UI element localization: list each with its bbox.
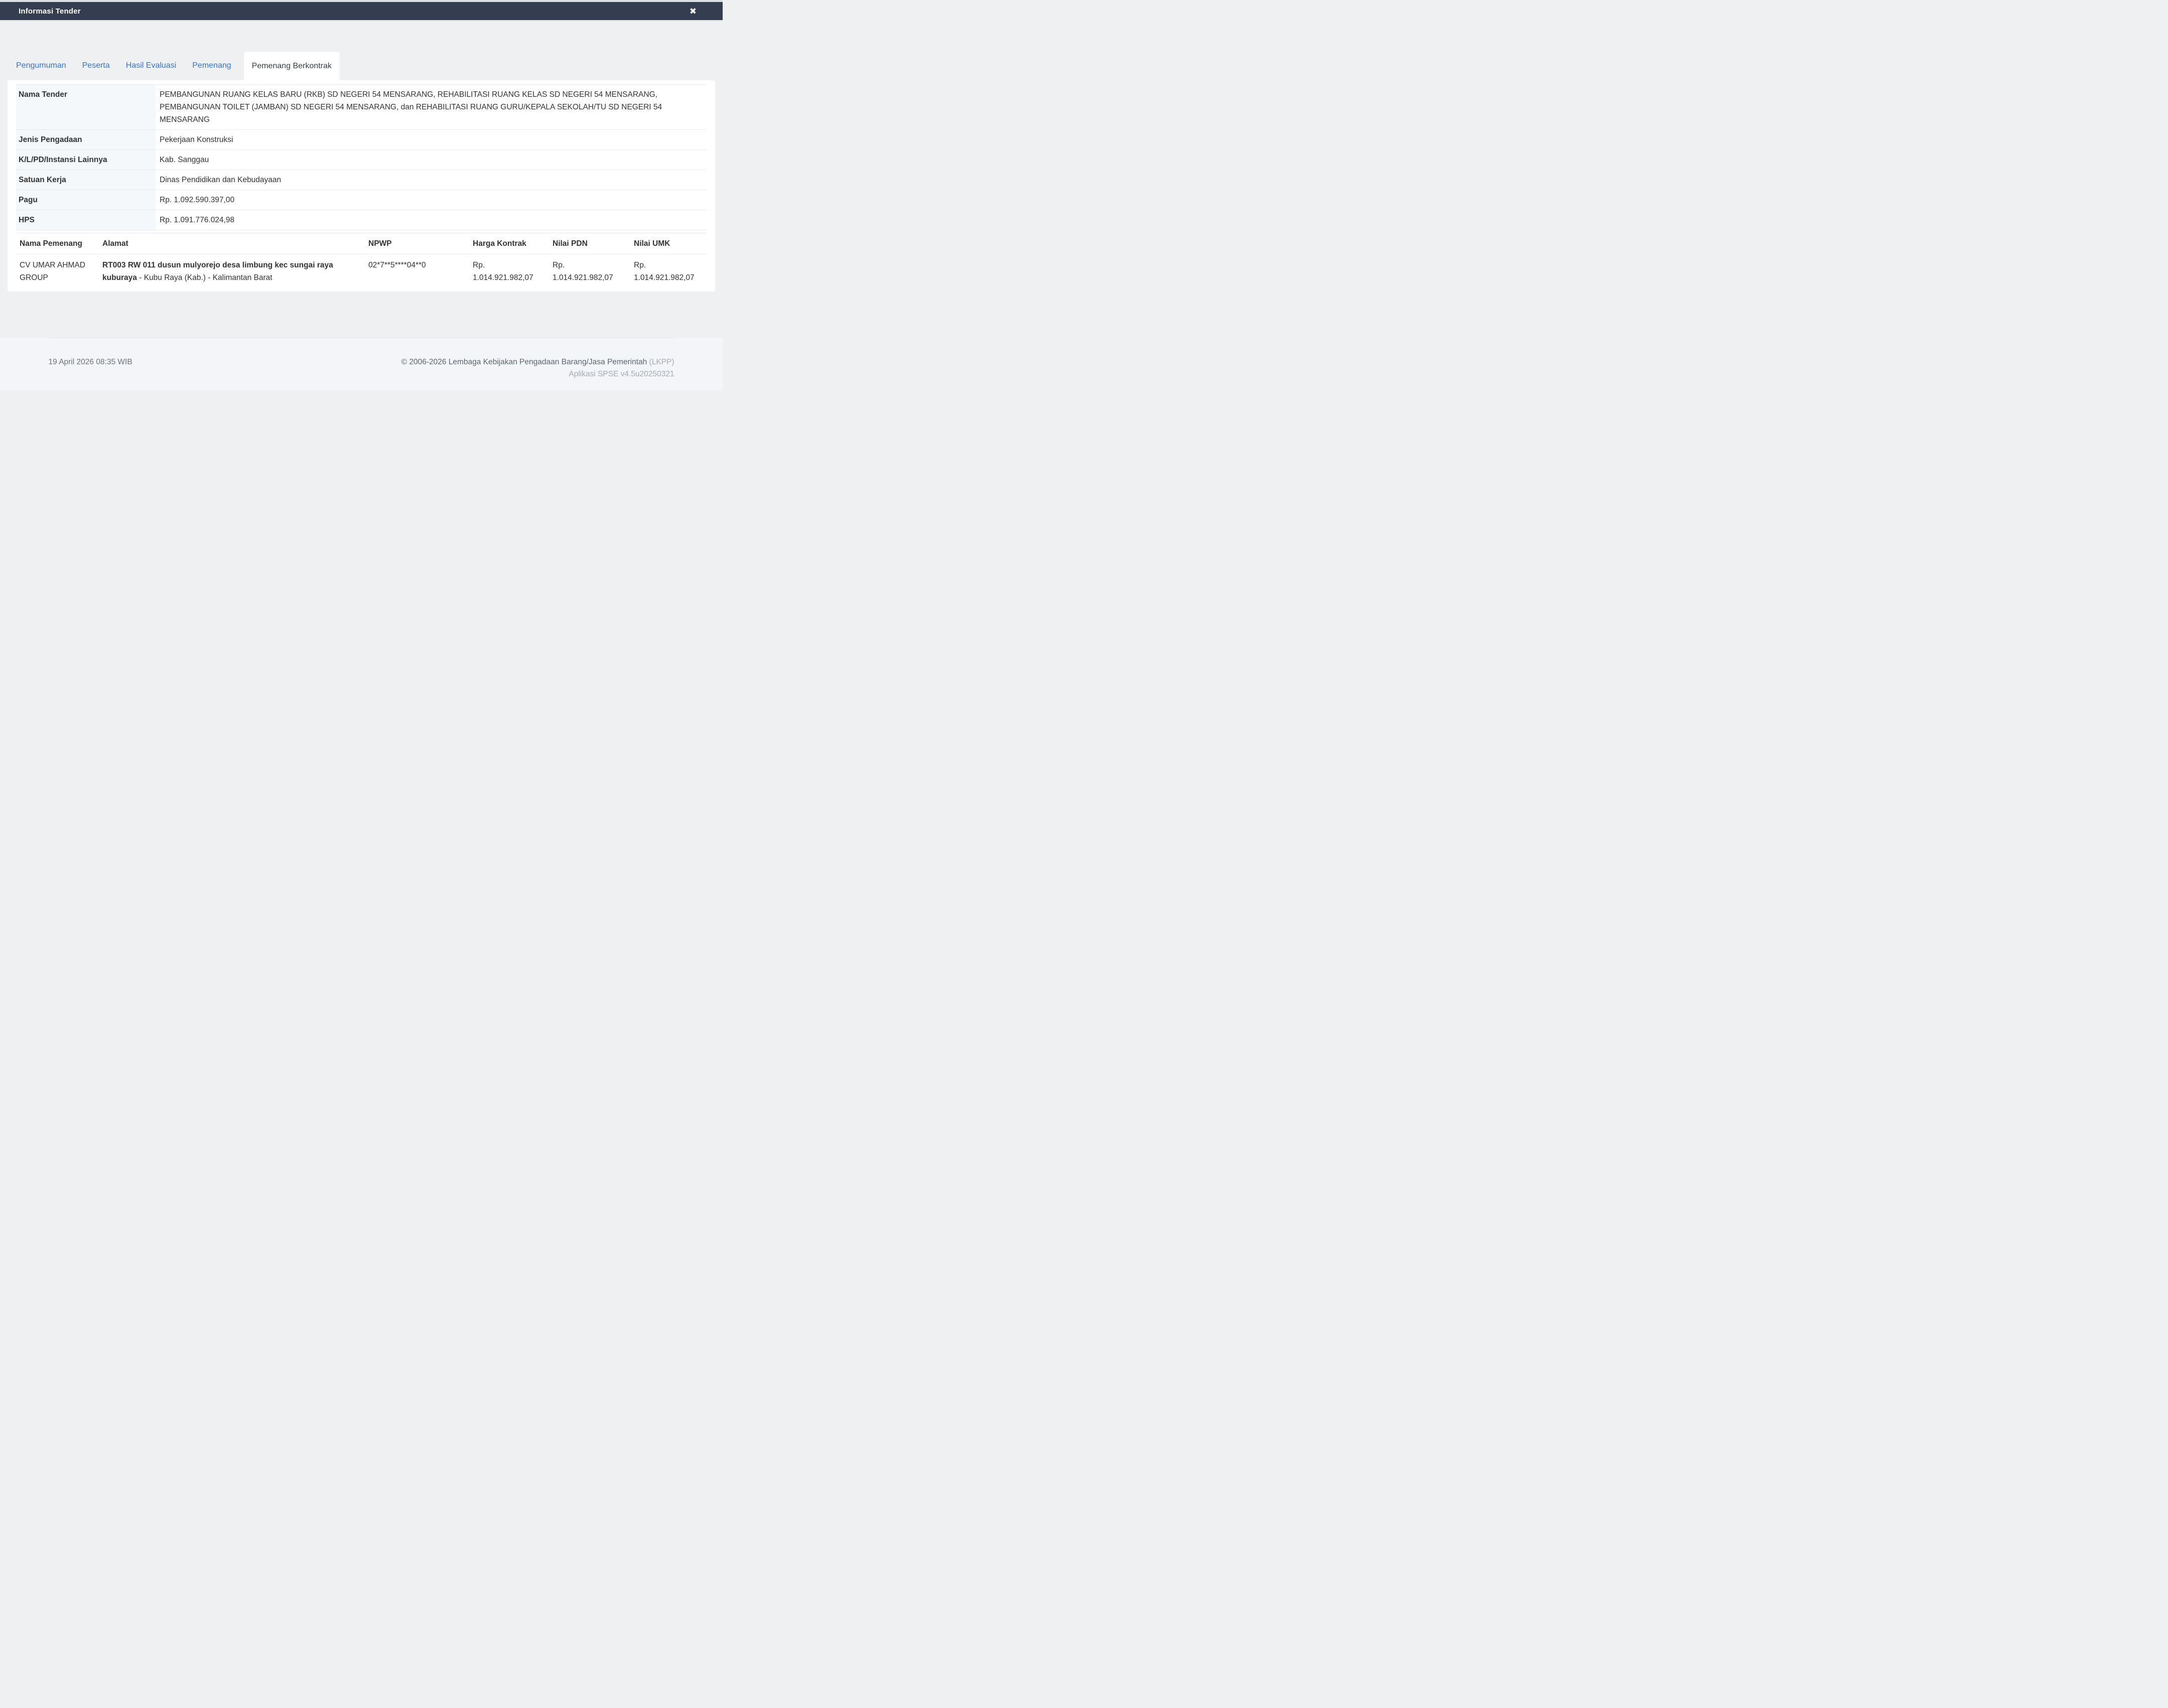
winner-table-header-row: Nama Pemenang Alamat NPWP Harga Kontrak … — [16, 233, 707, 254]
tab-hasil-evaluasi[interactable]: Hasil Evaluasi — [118, 51, 184, 80]
tender-details-table: Nama Tender PEMBANGUNAN RUANG KELAS BARU… — [16, 84, 707, 230]
winner-nilai-umk: Rp. 1.014.921.982,07 — [630, 254, 707, 289]
modal-title: Informasi Tender — [19, 7, 81, 16]
tab-peserta[interactable]: Peserta — [74, 51, 118, 80]
winner-alamat-region: - Kubu Raya (Kab.) - Kalimantan Barat — [137, 273, 273, 282]
table-row: Jenis Pengadaan Pekerjaan Konstruksi — [16, 130, 707, 150]
detail-value-hps: Rp. 1.091.776.024,98 — [156, 210, 707, 230]
column-header-harga-kontrak: Harga Kontrak — [469, 233, 549, 254]
detail-value-instansi: Kab. Sanggau — [156, 150, 707, 170]
table-row: Satuan Kerja Dinas Pendidikan dan Kebuda… — [16, 170, 707, 190]
column-header-alamat: Alamat — [99, 233, 365, 254]
detail-label-hps: HPS — [16, 210, 156, 230]
footer-copyright-text: © 2006-2026 Lembaga Kebijakan Pengadaan … — [401, 358, 649, 366]
tab-bar: Pengumuman Peserta Hasil Evaluasi Pemena… — [8, 51, 723, 80]
winner-table: Nama Pemenang Alamat NPWP Harga Kontrak … — [16, 233, 707, 288]
table-row: Nama Tender PEMBANGUNAN RUANG KELAS BARU… — [16, 85, 707, 130]
footer-copyright: © 2006-2026 Lembaga Kebijakan Pengadaan … — [401, 358, 674, 367]
detail-label-jenis-pengadaan: Jenis Pengadaan — [16, 130, 156, 150]
footer-app-version: Aplikasi SPSE v4.5u20250321 — [49, 370, 674, 379]
detail-value-nama-tender: PEMBANGUNAN RUANG KELAS BARU (RKB) SD NE… — [156, 85, 707, 130]
winner-alamat: RT003 RW 011 dusun mulyorejo desa limbun… — [99, 254, 365, 289]
tab-pemenang-berkontrak[interactable]: Pemenang Berkontrak — [243, 51, 340, 80]
detail-label-nama-tender: Nama Tender — [16, 85, 156, 130]
winner-nilai-pdn: Rp. 1.014.921.982,07 — [549, 254, 630, 289]
column-header-nilai-umk: Nilai UMK — [630, 233, 707, 254]
modal-header: Informasi Tender ✖ — [0, 2, 723, 20]
winner-nama-pemenang: CV UMAR AHMAD GROUP — [16, 254, 99, 289]
detail-label-satuan-kerja: Satuan Kerja — [16, 170, 156, 190]
tab-pengumuman[interactable]: Pengumuman — [8, 51, 74, 80]
winner-row: CV UMAR AHMAD GROUP RT003 RW 011 dusun m… — [16, 254, 707, 289]
page-background — [0, 391, 723, 570]
footer-timestamp: 19 April 2026 08:35 WIB — [49, 358, 132, 367]
detail-label-instansi: K/L/PD/Instansi Lainnya — [16, 150, 156, 170]
tab-content-panel: Nama Tender PEMBANGUNAN RUANG KELAS BARU… — [8, 80, 715, 292]
tab-pemenang[interactable]: Pemenang — [184, 51, 239, 80]
footer-copyright-lkpp: (LKPP) — [649, 358, 674, 366]
column-header-nilai-pdn: Nilai PDN — [549, 233, 630, 254]
footer-divider — [49, 338, 674, 343]
detail-value-satuan-kerja: Dinas Pendidikan dan Kebudayaan — [156, 170, 707, 190]
close-icon[interactable]: ✖ — [690, 7, 697, 16]
table-row: K/L/PD/Instansi Lainnya Kab. Sanggau — [16, 150, 707, 170]
detail-value-jenis-pengadaan: Pekerjaan Konstruksi — [156, 130, 707, 150]
detail-label-pagu: Pagu — [16, 190, 156, 210]
table-row: Pagu Rp. 1.092.590.397,00 — [16, 190, 707, 210]
winner-harga-kontrak: Rp. 1.014.921.982,07 — [469, 254, 549, 289]
column-header-npwp: NPWP — [365, 233, 469, 254]
table-row: HPS Rp. 1.091.776.024,98 — [16, 210, 707, 230]
winner-npwp: 02*7**5****04**0 — [365, 254, 469, 289]
page-footer: 19 April 2026 08:35 WIB © 2006-2026 Lemb… — [0, 338, 723, 391]
column-header-nama-pemenang: Nama Pemenang — [16, 233, 99, 254]
modal-body: Pengumuman Peserta Hasil Evaluasi Pemena… — [0, 22, 723, 338]
detail-value-pagu: Rp. 1.092.590.397,00 — [156, 190, 707, 210]
